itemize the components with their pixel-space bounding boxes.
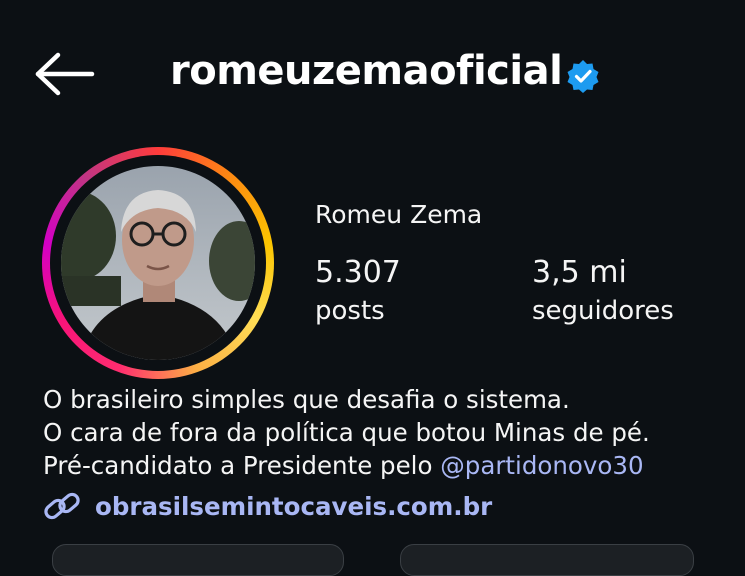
external-link-text: obrasilsemintocaveis.com.br <box>95 491 493 521</box>
followers-count: 3,5 mi <box>532 255 627 290</box>
bio-line: O cara de fora da política que botou Min… <box>43 418 650 447</box>
arrow-left-icon <box>35 52 95 96</box>
link-icon <box>44 492 80 520</box>
profile-bio: O brasileiro simples que desafia o siste… <box>43 383 650 482</box>
verified-badge-icon <box>567 60 599 93</box>
avatar-ring-gap <box>50 155 266 371</box>
followers-label: seguidores <box>532 296 674 326</box>
mention-link[interactable]: @partidonovo30 <box>440 451 643 480</box>
profile-avatar[interactable] <box>42 147 274 379</box>
avatar-photo <box>61 166 255 360</box>
profile-action-button[interactable] <box>52 544 344 576</box>
posts-count: 5.307 <box>315 255 401 290</box>
profile-display-name: Romeu Zema <box>315 200 483 229</box>
back-button[interactable] <box>32 52 96 96</box>
bio-line: Pré-candidato a Presidente pelo @partido… <box>43 449 650 482</box>
bio-line-text: Pré-candidato a Presidente pelo <box>43 451 441 480</box>
external-link[interactable]: obrasilsemintocaveis.com.br <box>43 488 492 524</box>
profile-username: romeuzemaoficial <box>170 48 563 94</box>
posts-label: posts <box>315 296 385 326</box>
profile-action-button[interactable] <box>400 544 694 576</box>
bio-line: O brasileiro simples que desafia o siste… <box>43 385 570 414</box>
